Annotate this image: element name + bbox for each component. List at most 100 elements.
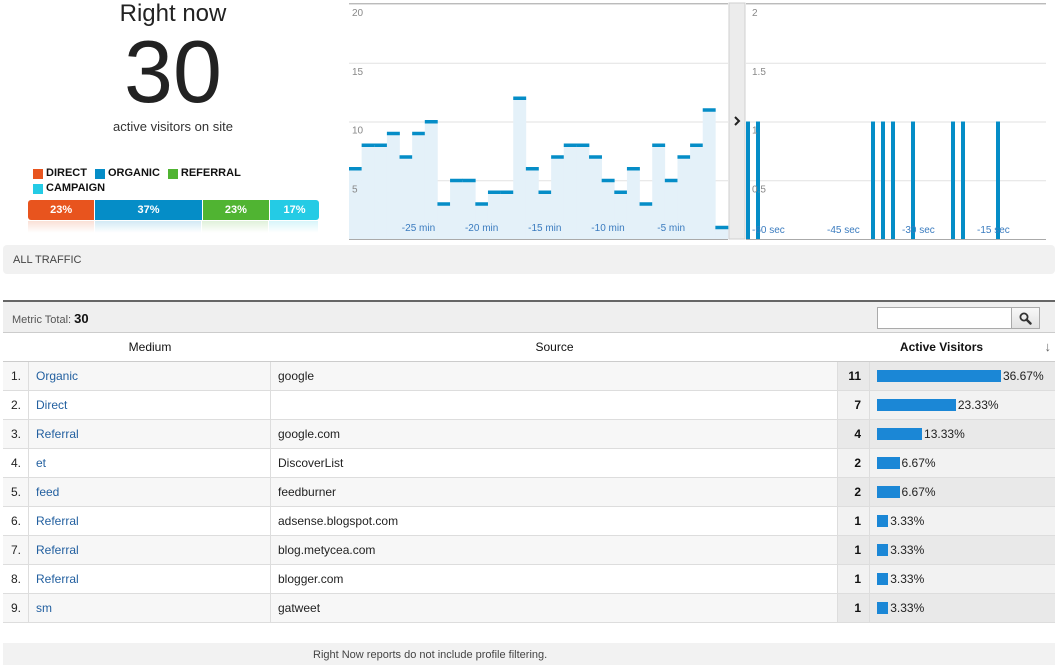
minute-bar[interactable] [462,178,476,183]
minute-y-tick-label: 20 [352,8,364,19]
percent-cell: 6.67% [870,449,1055,477]
percent-text: 6.67% [901,485,936,499]
second-bar[interactable] [996,121,1000,240]
second-bar[interactable] [756,121,760,240]
minute-bar[interactable] [563,143,577,148]
row-index: 8. [3,565,29,593]
minute-bar[interactable] [399,155,413,159]
chart-toggle-strip[interactable] [728,2,746,240]
percent-text: 6.67% [901,456,936,470]
table-row: 5. feed feedburner 2 6.67% [3,478,1055,507]
percent-text: 36.67% [1002,369,1044,383]
minute-bar[interactable] [626,167,640,171]
medium-link[interactable]: Referral [29,507,271,535]
minute-bar[interactable] [412,131,426,136]
percent-text: 23.33% [957,398,999,412]
percent-cell: 3.33% [870,536,1055,564]
realtime-charts: 5 10 15 20 -25 min -20 min -15 min -10 min -5 mi… [349,2,1046,240]
second-bar[interactable] [746,121,750,240]
minute-bar[interactable] [576,143,590,148]
minute-x-tick-label: -15 min [528,223,561,234]
minute-bar[interactable] [487,190,501,195]
minute-y-tick-label: 15 [352,67,364,78]
minute-bar-fill [702,109,716,239]
minute-bar[interactable] [551,155,565,159]
minute-bar[interactable] [349,167,362,171]
medium-link[interactable]: Referral [29,536,271,564]
percent-text: 3.33% [890,514,925,528]
second-bar[interactable] [911,121,915,240]
minute-bar[interactable] [614,190,628,195]
table-row: 7. Referral blog.metycea.com 1 3.33% [3,536,1055,565]
minute-bar[interactable] [374,143,388,148]
second-bar[interactable] [881,121,885,240]
second-y-tick-label: 0.5 [752,184,766,195]
percent-cell: 13.33% [870,420,1055,448]
legend-item-organic: ORGANIC [94,166,160,181]
row-index: 2. [3,391,29,419]
minute-bar[interactable] [386,131,400,136]
row-index: 7. [3,536,29,564]
minute-bar[interactable] [475,202,489,206]
minute-bar[interactable] [437,202,451,206]
table-search-button[interactable] [1012,307,1040,329]
second-bar[interactable] [871,121,875,240]
minute-bar[interactable] [652,143,666,148]
sort-descending-icon[interactable]: ↓ [1045,333,1052,361]
footer-bar: Right Now reports do not include profile… [3,643,1055,665]
medium-link[interactable]: et [29,449,271,477]
source-cell: adsense.blogspot.com [271,507,838,535]
minute-x-tick-label: -25 min [402,223,435,234]
minute-bar-fill [500,192,514,239]
table-header-row: Medium Source Active Visitors ↓ [3,333,1055,362]
percent-bar [877,544,889,556]
minute-bar[interactable] [525,167,539,171]
minute-bar[interactable] [664,178,678,183]
minute-bar[interactable] [690,143,704,148]
minute-bar[interactable] [424,120,438,124]
minute-bar-fill [424,121,438,239]
medium-link[interactable]: feed [29,478,271,506]
source-cell: gatweet [271,594,838,622]
metric-total-value: 30 [74,311,89,326]
second-bar[interactable] [891,121,895,240]
medium-link[interactable]: sm [29,594,271,622]
header-source[interactable]: Source [271,333,838,361]
minute-bar[interactable] [601,178,615,183]
table-row: 1. Organic google 11 36.67% [3,362,1055,391]
minute-bar[interactable] [677,155,691,159]
header-medium[interactable]: Medium [29,333,271,361]
minute-bar-fill [349,168,362,239]
percent-bar [877,457,900,469]
active-visitors-count: 11 [838,362,870,390]
second-bar[interactable] [951,121,955,240]
reflection-fade [26,221,322,234]
header-active-visitors[interactable]: Active Visitors ↓ [838,333,1055,361]
minute-bar[interactable] [715,225,729,230]
minute-bar[interactable] [538,190,552,195]
minute-bar[interactable] [589,155,602,159]
medium-link[interactable]: Direct [29,391,271,419]
minute-bar[interactable] [639,202,653,206]
minute-bar[interactable] [513,96,527,101]
minute-bar[interactable] [361,143,375,148]
traffic-filter-label[interactable]: ALL TRAFFIC [13,254,81,266]
medium-link[interactable]: Organic [29,362,271,390]
medium-link[interactable]: Referral [29,420,271,448]
legend-swatch [33,183,43,194]
percent-bar [877,370,1001,382]
minute-bar[interactable] [702,108,716,112]
minute-bar[interactable] [500,190,514,195]
second-y-tick-label: 1 [752,126,758,137]
second-x-tick-label: -15 sec [977,225,1010,236]
metric-total: Metric Total: 30 [12,311,89,326]
active-visitor-count: 30 [124,22,222,121]
table-search-input[interactable] [877,307,1012,329]
medium-link[interactable]: Referral [29,565,271,593]
minute-y-tick-label: 10 [352,126,364,137]
legend-swatch [33,168,43,179]
table-row: 6. Referral adsense.blogspot.com 1 3.33% [3,507,1055,536]
minute-bar[interactable] [450,178,463,183]
table-row: 4. et DiscoverList 2 6.67% [3,449,1055,478]
second-bar[interactable] [961,121,965,240]
